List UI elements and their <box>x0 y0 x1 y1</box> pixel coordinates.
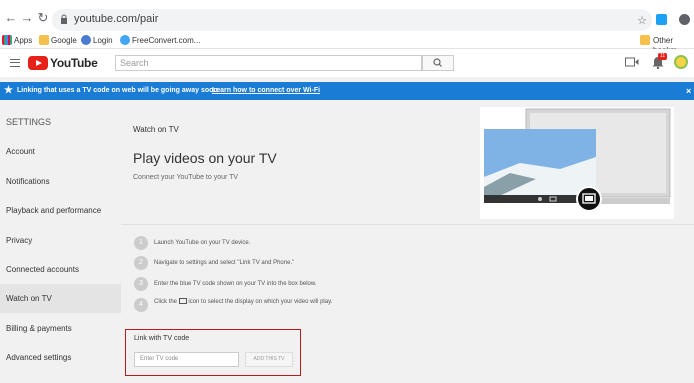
sidebar-item-privacy[interactable]: Privacy <box>6 236 32 245</box>
divider <box>121 224 694 225</box>
url-text: youtube.com/pair <box>74 13 159 25</box>
login-icon <box>81 35 91 45</box>
cast-icon <box>178 298 187 305</box>
sidebar-item-watch-on-tv[interactable]: Watch on TV <box>6 294 52 303</box>
sidebar-item-billing[interactable]: Billing & payments <box>6 324 72 333</box>
avatar[interactable] <box>674 55 688 69</box>
step-text: Navigate to settings and select "Link TV… <box>154 260 295 266</box>
sidebar-item-advanced[interactable]: Advanced settings <box>6 353 71 362</box>
sidebar-item-playback[interactable]: Playback and performance <box>6 206 101 215</box>
star-icon[interactable]: ☆ <box>634 13 650 29</box>
tv-illustration <box>480 107 674 219</box>
step-text: Launch YouTube on your TV device. <box>154 240 251 246</box>
sidebar-title: SETTINGS <box>6 117 52 127</box>
search-input[interactable]: Search <box>115 55 422 71</box>
bookmark-google[interactable]: Google <box>51 36 77 46</box>
star-icon: ★ <box>4 85 13 96</box>
bookmark-login[interactable]: Login <box>93 36 113 46</box>
banner-message: Linking that uses a TV code on web will … <box>17 87 220 94</box>
back-icon[interactable]: ← <box>3 10 19 26</box>
upload-video-icon[interactable] <box>625 57 639 67</box>
section-title: Watch on TV <box>133 125 179 134</box>
step-number: 1 <box>134 236 148 250</box>
sidebar-item-connected-accounts[interactable]: Connected accounts <box>6 265 79 274</box>
folder-icon <box>640 35 650 45</box>
search-icon <box>433 58 442 67</box>
step-text-before: Click the <box>154 299 178 305</box>
tv-code-input[interactable]: Enter TV code <box>134 352 239 367</box>
youtube-logo-text[interactable]: YouTube <box>50 56 98 70</box>
youtube-logo-icon[interactable] <box>28 56 48 70</box>
profile-icon[interactable] <box>679 14 690 25</box>
step-number: 4 <box>134 298 148 312</box>
bookmark-freeconvert[interactable]: FreeConvert.com... <box>132 36 200 46</box>
link-box-title: Link with TV code <box>134 335 190 342</box>
folder-icon <box>39 35 49 45</box>
page-title: Play videos on your TV <box>133 150 277 166</box>
step-text-after: icon to select the display on which your… <box>188 299 333 305</box>
step-text: Enter the blue TV code shown on your TV … <box>154 281 317 287</box>
page-subtitle: Connect your YouTube to your TV <box>133 174 239 181</box>
notification-badge: 11 <box>658 53 668 60</box>
banner-link[interactable]: Learn how to connect over Wi-Fi <box>212 82 320 100</box>
add-this-tv-button[interactable]: ADD THIS TV <box>245 352 293 367</box>
bookmark-apps[interactable]: Apps <box>14 36 32 46</box>
close-icon[interactable]: × <box>686 82 691 100</box>
forward-icon[interactable]: → <box>19 10 35 26</box>
info-banner: ★ Linking that uses a TV code on web wil… <box>0 82 694 100</box>
sidebar-item-notifications[interactable]: Notifications <box>6 177 50 186</box>
lock-icon <box>61 14 67 24</box>
sidebar-item-account[interactable]: Account <box>6 147 35 156</box>
menu-icon[interactable] <box>10 59 20 67</box>
step-text: Click the icon to select the display on … <box>154 298 344 306</box>
extension-icon[interactable] <box>656 14 667 25</box>
step-number: 3 <box>134 277 148 291</box>
browser-chrome: ← → ↻ youtube.com/pair ☆ Apps Google Log… <box>0 0 694 55</box>
apps-icon <box>2 35 12 45</box>
reload-icon[interactable]: ↻ <box>35 10 51 26</box>
freeconvert-icon <box>120 35 130 45</box>
search-button[interactable] <box>422 55 454 71</box>
step-number: 2 <box>134 256 148 270</box>
